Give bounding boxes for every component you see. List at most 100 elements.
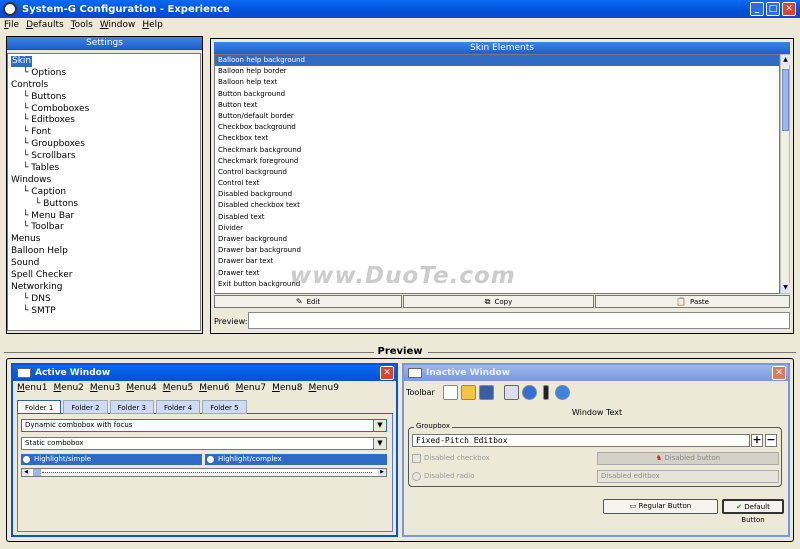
tree-item[interactable]: └ DNS bbox=[11, 294, 197, 306]
preview-menu-item[interactable]: Menu4 bbox=[126, 383, 156, 393]
preview-menu-item[interactable]: Menu7 bbox=[236, 383, 266, 393]
inactive-close-icon[interactable]: ✕ bbox=[772, 366, 786, 380]
disabled-radio-label: Disabled radio bbox=[424, 472, 475, 480]
edit-button[interactable]: ✎ Edit bbox=[214, 295, 402, 308]
open-folder-icon[interactable] bbox=[460, 384, 476, 400]
list-item[interactable]: Checkmark foreground bbox=[215, 156, 779, 167]
horizontal-scrollbar[interactable]: ◀ ▶ bbox=[21, 468, 387, 477]
menu-tools[interactable]: Tools bbox=[71, 20, 93, 30]
tree-item[interactable]: └ Options bbox=[11, 68, 197, 80]
tree-item[interactable]: └ Scrollbars bbox=[11, 151, 197, 163]
list-item[interactable]: Control background bbox=[215, 167, 779, 178]
tree-item[interactable]: Windows bbox=[11, 175, 197, 187]
help-icon[interactable] bbox=[554, 384, 570, 400]
tree-item[interactable]: └ SMTP bbox=[11, 306, 197, 318]
scroll-left-icon[interactable]: ◀ bbox=[22, 469, 30, 476]
menu-bar: File Defaults Tools Window Help bbox=[0, 18, 800, 32]
minimize-button[interactable]: _ bbox=[750, 2, 764, 16]
preview-menu-item[interactable]: Menu2 bbox=[53, 383, 83, 393]
tab-folder-2[interactable]: Folder 2 bbox=[63, 400, 108, 414]
save-disk-icon[interactable] bbox=[478, 384, 494, 400]
settings-tree[interactable]: Skin └ Options Controls └ Buttons └ Combobox… bbox=[7, 53, 201, 331]
list-item[interactable]: Disabled background bbox=[215, 189, 779, 200]
list-item[interactable]: Balloon help text bbox=[215, 77, 779, 88]
tree-item[interactable]: Skin bbox=[11, 56, 197, 68]
plus-icon[interactable]: + bbox=[751, 434, 763, 447]
copy-button[interactable]: ⧉ Copy bbox=[403, 295, 594, 308]
preview-menu-item[interactable]: Menu9 bbox=[309, 383, 339, 393]
list-item[interactable]: Button text bbox=[215, 100, 779, 111]
scroll-track bbox=[42, 472, 372, 473]
scroll-up-icon[interactable]: ▲ bbox=[781, 55, 790, 65]
settings-title: Settings bbox=[7, 37, 202, 50]
preview-field[interactable] bbox=[248, 312, 790, 329]
list-item[interactable]: Control text bbox=[215, 178, 779, 189]
refresh-icon[interactable] bbox=[521, 384, 537, 400]
tree-item[interactable]: └ Menu Bar bbox=[11, 211, 197, 223]
active-close-icon[interactable]: ✕ bbox=[380, 366, 394, 380]
static-combobox[interactable]: Static combobox ▼ bbox=[21, 437, 387, 450]
list-item[interactable]: Button/default border bbox=[215, 111, 779, 122]
list-item[interactable]: Drawer bar background bbox=[215, 245, 779, 256]
preview-menu-item[interactable]: Menu3 bbox=[90, 383, 120, 393]
skin-elements-list[interactable]: Balloon help background Balloon help bord… bbox=[214, 54, 780, 294]
list-item[interactable]: Checkbox text bbox=[215, 133, 779, 144]
chevron-down-icon[interactable]: ▼ bbox=[373, 438, 386, 449]
tree-item[interactable]: └ Editboxes bbox=[11, 115, 197, 127]
close-button[interactable]: ✕ bbox=[782, 2, 796, 16]
tree-item[interactable]: └ Font bbox=[11, 127, 197, 139]
tree-item[interactable]: └ Groupboxes bbox=[11, 139, 197, 151]
list-item[interactable]: Checkmark background bbox=[215, 145, 779, 156]
tab-folder-3[interactable]: Folder 3 bbox=[109, 400, 154, 414]
menu-defaults[interactable]: Defaults bbox=[26, 20, 64, 30]
tree-item[interactable]: Menus bbox=[11, 234, 197, 246]
scroll-right-icon[interactable]: ▶ bbox=[378, 469, 386, 476]
tree-item[interactable]: Spell Checker bbox=[11, 270, 197, 282]
menu-file[interactable]: File bbox=[4, 20, 19, 30]
pin-icon[interactable] bbox=[542, 384, 549, 400]
regular-button[interactable]: ▭ Regular Button bbox=[603, 499, 718, 514]
list-item[interactable]: Balloon help border bbox=[215, 66, 779, 77]
list-item[interactable]: Divider bbox=[215, 223, 779, 234]
tab-folder-1[interactable]: Folder 1 bbox=[17, 400, 62, 414]
chevron-down-icon[interactable]: ▼ bbox=[373, 420, 386, 431]
scroll-down-icon[interactable]: ▼ bbox=[781, 283, 790, 293]
preview-menu-item[interactable]: Menu5 bbox=[163, 383, 193, 393]
list-item[interactable]: Balloon help background bbox=[215, 55, 779, 67]
preview-menu-item[interactable]: Menu8 bbox=[272, 383, 302, 393]
list-item[interactable]: Checkbox background bbox=[215, 122, 779, 133]
dynamic-combobox[interactable]: Dynamic combobox with focus ▼ bbox=[21, 419, 387, 432]
highlight-simple-radio[interactable]: Highlight/simple bbox=[21, 454, 202, 465]
tab-folder-4[interactable]: Folder 4 bbox=[155, 400, 201, 414]
list-item[interactable]: Disabled text bbox=[215, 212, 779, 223]
list-item[interactable]: Disabled checkbox text bbox=[215, 200, 779, 211]
tab-folder-5[interactable]: Folder 5 bbox=[202, 400, 247, 414]
maximize-button[interactable]: □ bbox=[766, 2, 780, 16]
default-button[interactable]: ✔ Default Button bbox=[722, 499, 784, 524]
fixed-pitch-editbox[interactable]: Fixed-Pitch Editbox bbox=[412, 434, 750, 447]
menu-help[interactable]: Help bbox=[142, 20, 163, 30]
list-item[interactable]: Button background bbox=[215, 89, 779, 100]
new-file-icon[interactable] bbox=[442, 384, 458, 400]
tree-item[interactable]: Networking bbox=[11, 282, 197, 294]
preview-menu-item[interactable]: Menu1 bbox=[17, 383, 47, 393]
minus-icon[interactable]: − bbox=[765, 434, 777, 447]
scroll-thumb[interactable] bbox=[782, 69, 789, 131]
tree-item[interactable]: Sound bbox=[11, 258, 197, 270]
tree-item[interactable]: └ Caption bbox=[11, 187, 197, 199]
tree-item[interactable]: Balloon Help bbox=[11, 246, 197, 258]
cart-icon[interactable] bbox=[503, 384, 519, 400]
scroll-thumb[interactable] bbox=[33, 469, 41, 476]
tree-item[interactable]: Controls bbox=[11, 80, 197, 92]
menu-window[interactable]: Window bbox=[100, 20, 136, 30]
tree-item[interactable]: └ Buttons bbox=[11, 199, 197, 211]
tree-item[interactable]: └ Tables bbox=[11, 163, 197, 175]
tree-item[interactable]: └ Comboboxes bbox=[11, 104, 197, 116]
highlight-complex-radio[interactable]: Highlight/complex bbox=[205, 454, 387, 465]
tree-item[interactable]: └ Buttons bbox=[11, 92, 197, 104]
paste-button[interactable]: 📋 Paste bbox=[595, 295, 790, 308]
tree-item[interactable]: └ Toolbar bbox=[11, 222, 197, 234]
list-item[interactable]: Drawer background bbox=[215, 234, 779, 245]
preview-menu-item[interactable]: Menu6 bbox=[199, 383, 229, 393]
skin-list-scrollbar[interactable]: ▲ ▼ bbox=[780, 54, 790, 294]
